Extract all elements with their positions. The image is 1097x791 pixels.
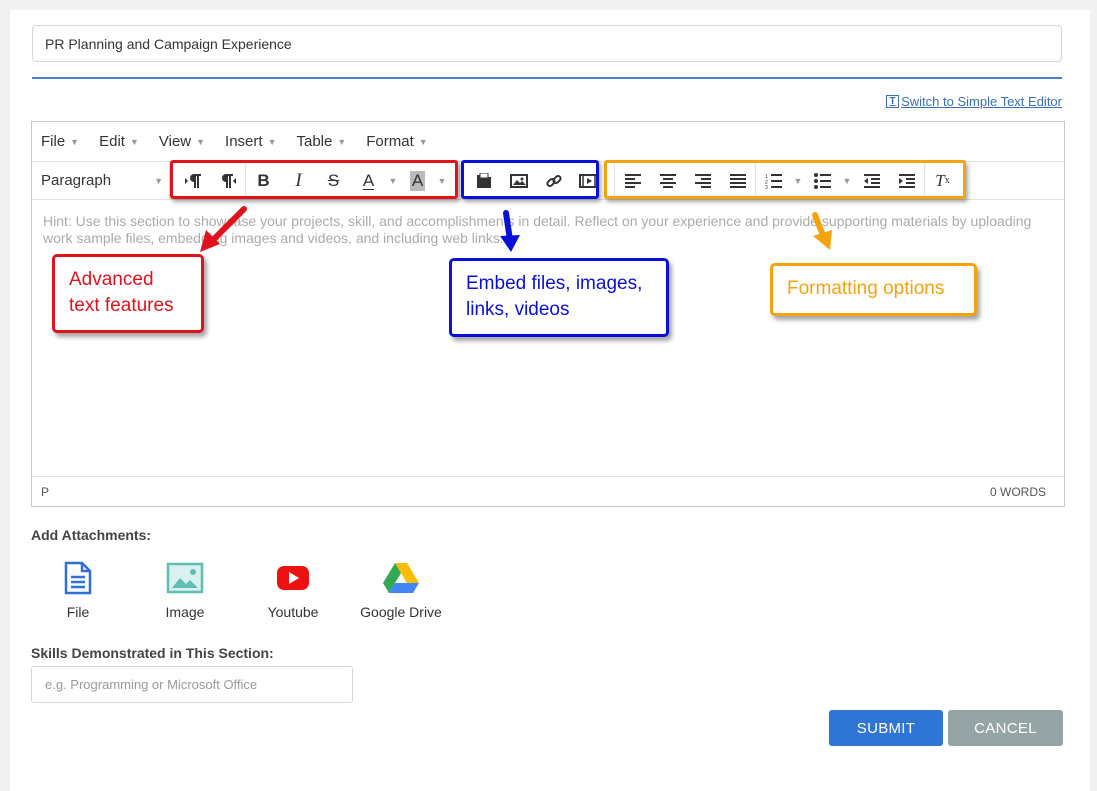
- advanced-features-callout: Advanced text features: [52, 254, 204, 333]
- callout-line: Embed files, images,: [466, 273, 643, 294]
- file-icon: [28, 558, 128, 598]
- submit-button[interactable]: SUBMIT: [829, 710, 943, 746]
- attachments-label: Add Attachments:: [31, 527, 152, 543]
- attach-image[interactable]: Image: [135, 558, 235, 620]
- skills-label: Skills Demonstrated in This Section:: [31, 645, 274, 661]
- google-drive-icon: [351, 558, 451, 598]
- attach-youtube-label: Youtube: [267, 604, 319, 620]
- attach-image-label: Image: [165, 604, 205, 620]
- attach-youtube[interactable]: Youtube: [243, 558, 343, 620]
- attach-file[interactable]: File: [28, 558, 128, 620]
- youtube-icon: [243, 558, 343, 598]
- attach-google-drive[interactable]: Google Drive: [351, 558, 451, 620]
- callout-line: links, videos: [466, 299, 570, 320]
- callout-line: Advanced: [69, 269, 154, 290]
- formatting-callout: Formatting options: [770, 263, 977, 316]
- cancel-button[interactable]: CANCEL: [948, 710, 1063, 746]
- callout-line: Formatting options: [787, 278, 945, 299]
- callout-line: text features: [69, 295, 174, 316]
- image-icon: [135, 558, 235, 598]
- attach-google-drive-label: Google Drive: [360, 604, 442, 620]
- skills-input[interactable]: e.g. Programming or Microsoft Office: [31, 666, 353, 703]
- attach-file-label: File: [66, 604, 90, 620]
- embed-callout: Embed files, images, links, videos: [449, 258, 669, 337]
